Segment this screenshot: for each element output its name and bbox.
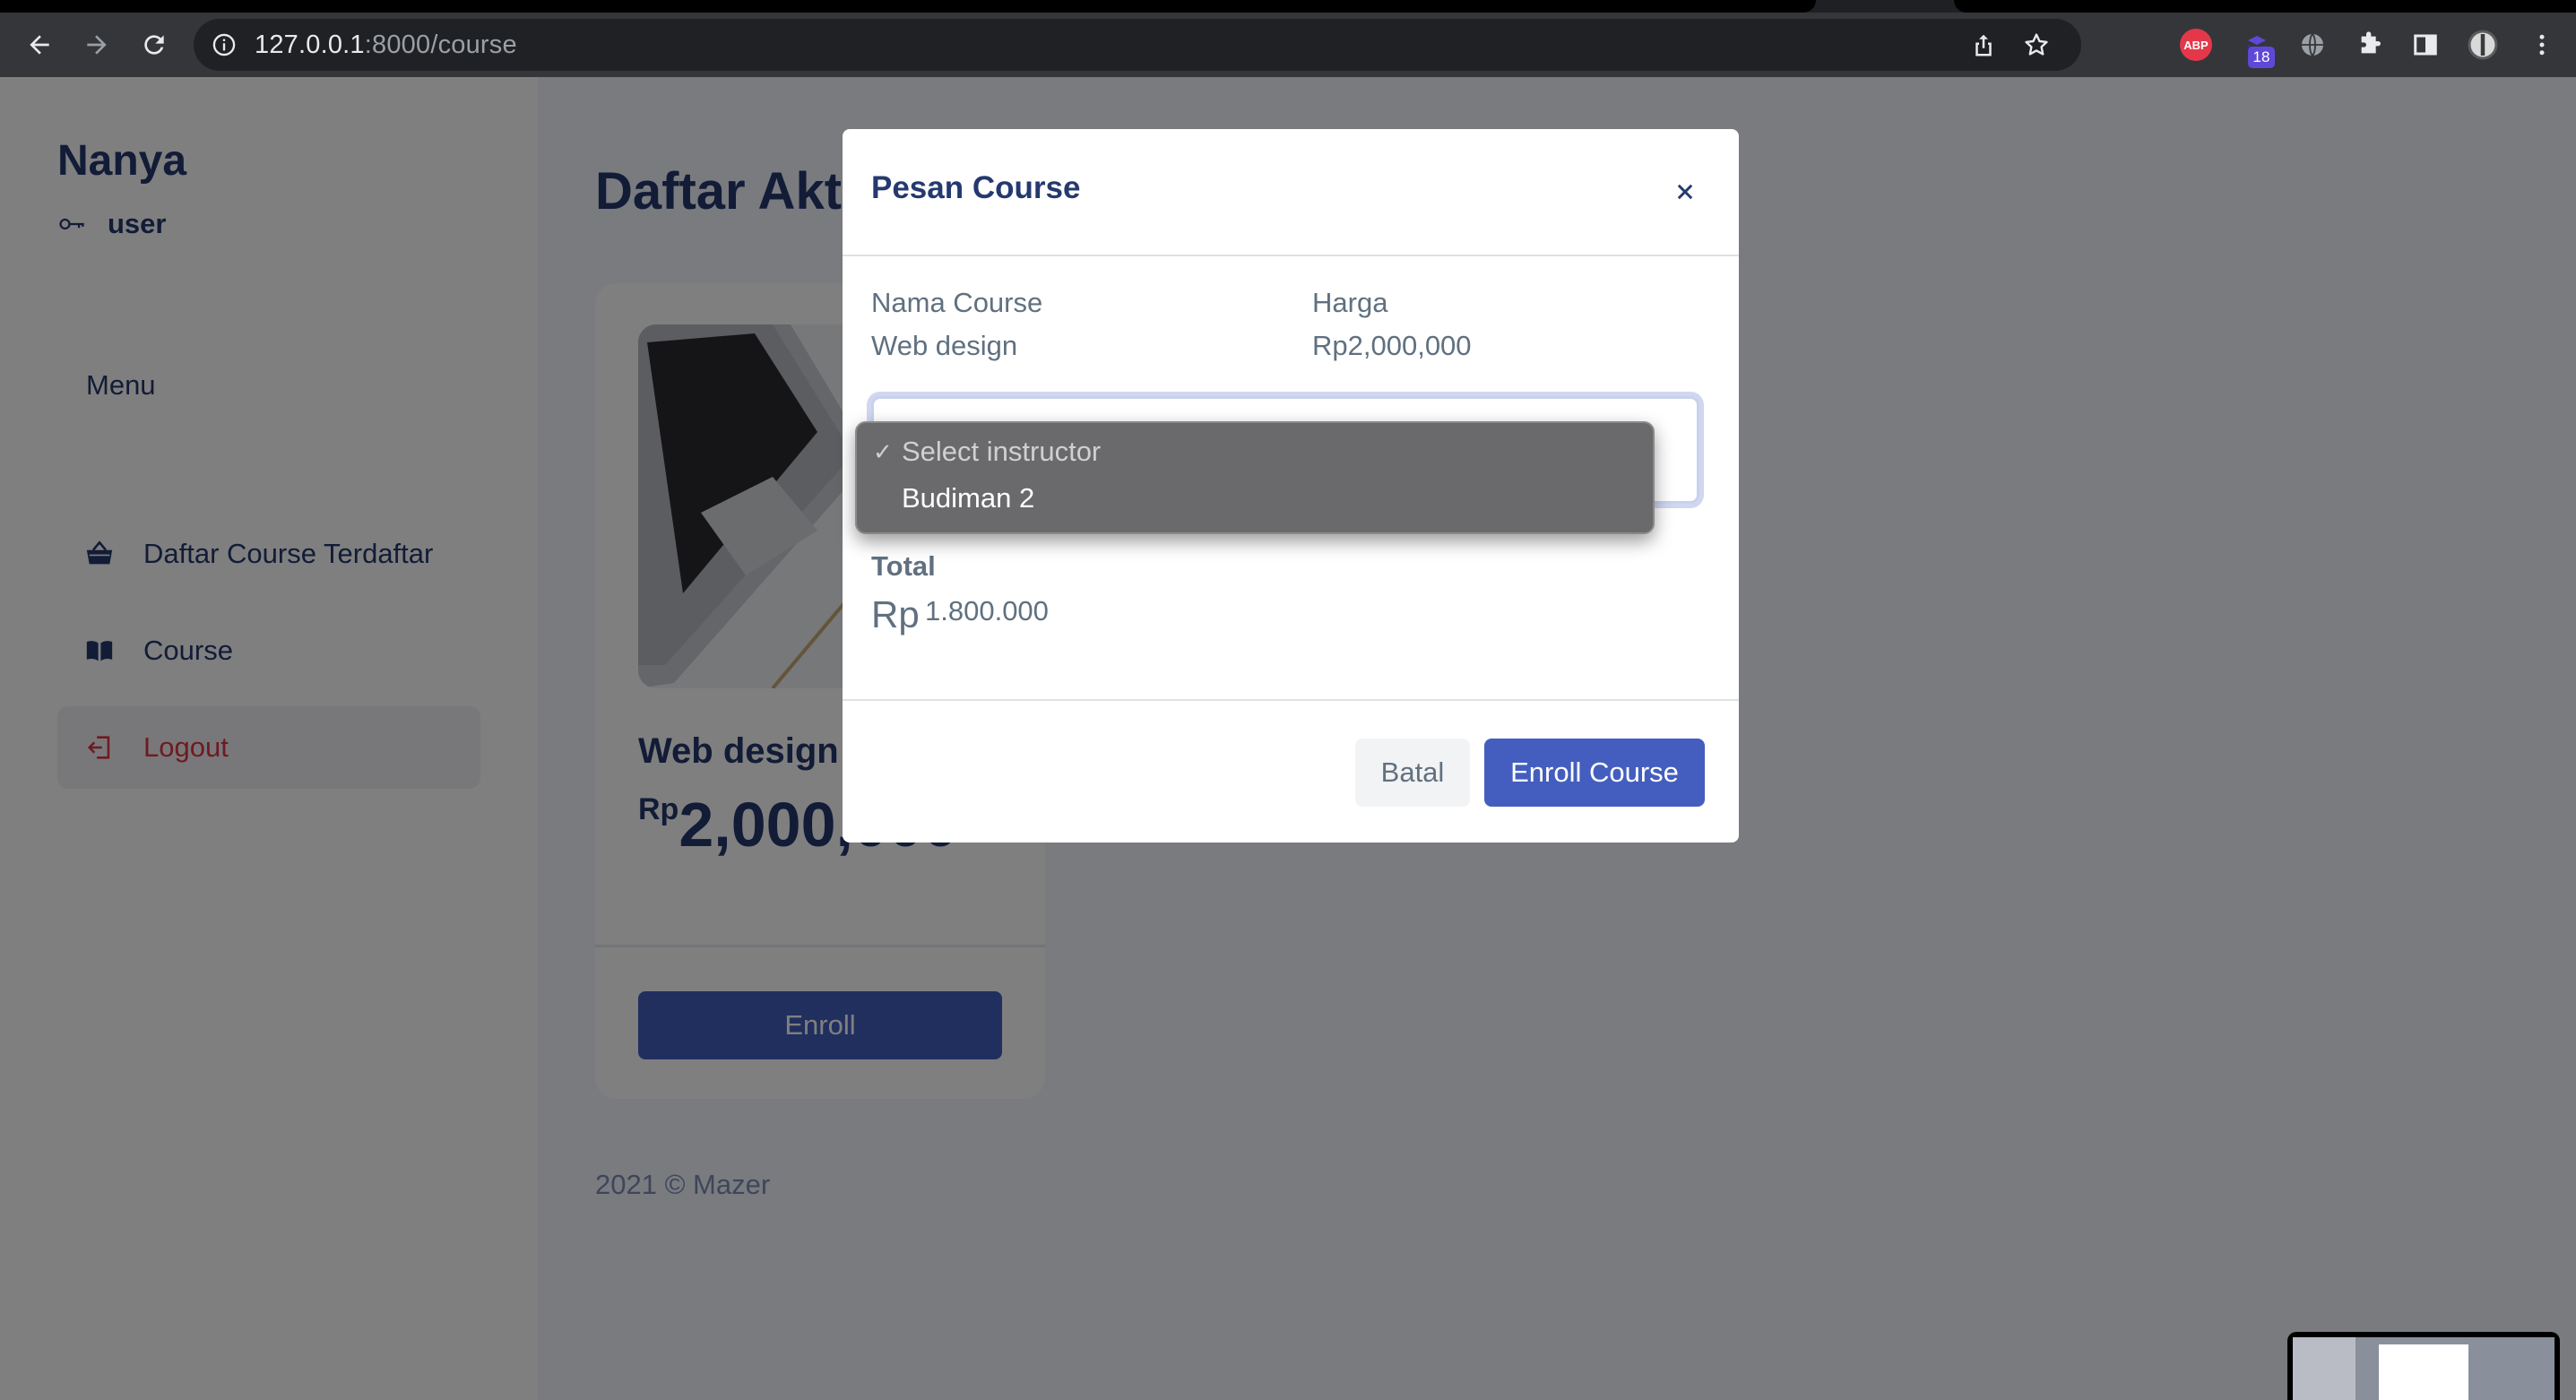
browser-tab[interactable]	[1954, 0, 2576, 13]
extensions-puzzle-icon[interactable]	[2354, 29, 2386, 61]
close-icon[interactable]	[1671, 177, 1699, 206]
reload-icon[interactable]	[134, 25, 174, 65]
site-info-icon[interactable]	[212, 32, 237, 57]
back-icon[interactable]	[20, 25, 59, 65]
dropdown-option-select-instructor[interactable]: ✓ Select instructor	[857, 428, 1653, 475]
cancel-button[interactable]: Batal	[1355, 739, 1470, 807]
modal-title: Pesan Course	[871, 170, 1081, 205]
total-amount: 1.800.000	[925, 595, 1049, 627]
enroll-course-button[interactable]: Enroll Course	[1484, 739, 1705, 807]
course-name-value: Web design	[871, 330, 1018, 361]
browser-tabstrip	[0, 0, 2576, 13]
adblock-extension-icon[interactable]: ABP	[2180, 29, 2212, 61]
browser-toolbar: 127.0.0.1:8000/course ABP	[0, 13, 2576, 77]
modal-header: Pesan Course	[843, 129, 1739, 256]
instructor-dropdown-list: ✓ Select instructor Budiman 2	[855, 421, 1655, 534]
url-text[interactable]: 127.0.0.1:8000/course	[255, 19, 517, 71]
dropdown-option-label: Budiman 2	[902, 482, 1035, 514]
price-value: Rp2,000,000	[1312, 330, 1472, 361]
total-currency: Rp	[871, 593, 920, 635]
browser-menu-icon[interactable]	[2526, 29, 2558, 61]
forward-icon[interactable]	[77, 25, 117, 65]
side-panel-icon[interactable]	[2409, 29, 2442, 61]
dropdown-option-budiman[interactable]: Budiman 2	[857, 475, 1653, 522]
dropdown-option-label: Select instructor	[902, 436, 1102, 467]
checkmark-icon: ✓	[873, 438, 893, 465]
course-name-label: Nama Course	[871, 287, 1043, 318]
address-bar[interactable]: 127.0.0.1:8000/course	[194, 19, 2081, 71]
profile-avatar-icon[interactable]	[2467, 29, 2499, 61]
total-label: Total	[871, 550, 936, 582]
share-icon[interactable]	[1970, 31, 1997, 58]
modal-footer: Batal Enroll Course	[843, 699, 1739, 843]
screen-share-thumbnail[interactable]	[2287, 1332, 2560, 1400]
globe-extension-icon[interactable]	[2296, 29, 2329, 61]
browser-tab-active[interactable]	[0, 0, 1816, 13]
bookmark-star-icon[interactable]	[2022, 30, 2051, 59]
extension-count-badge: 18	[2248, 47, 2275, 68]
price-label: Harga	[1312, 287, 1388, 318]
